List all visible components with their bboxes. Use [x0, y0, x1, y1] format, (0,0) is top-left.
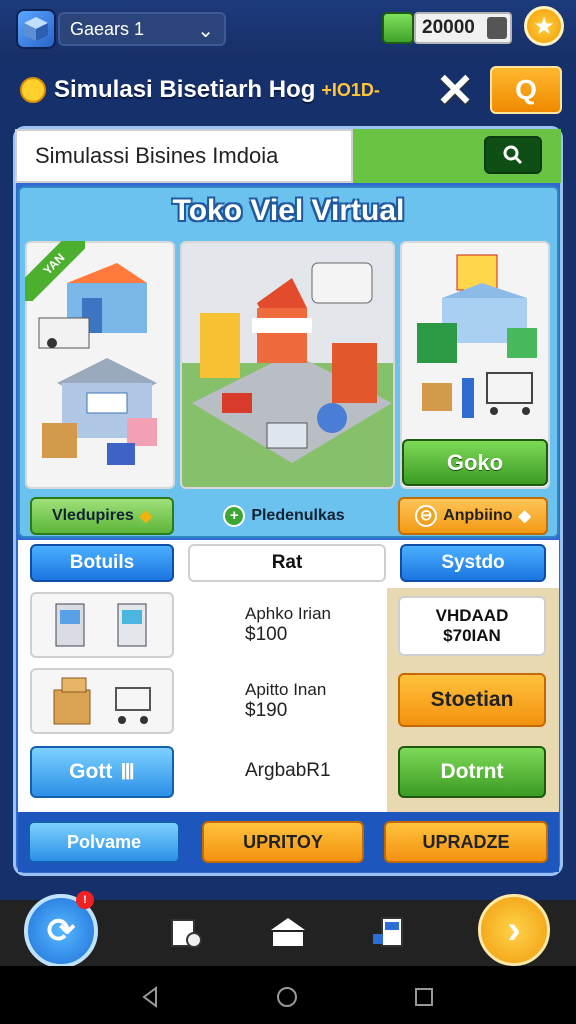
- ribbon-label: YAN: [25, 241, 85, 301]
- recents-icon[interactable]: [414, 987, 434, 1007]
- grid-icon: Ⅲ: [120, 760, 135, 784]
- boxes-cart-icon: [53, 677, 151, 725]
- market-illustration-icon: [417, 254, 537, 418]
- currency-amount: 20000: [422, 17, 475, 38]
- tab-rat[interactable]: Rat: [188, 544, 386, 582]
- coin-icon: ⊖: [415, 505, 438, 527]
- home-nav-icon[interactable]: [268, 912, 308, 952]
- stoetian-button[interactable]: Stoetian: [398, 673, 546, 727]
- close-button[interactable]: ✕: [432, 67, 478, 113]
- price-item-name: Aphko Irian: [245, 604, 331, 623]
- gott-label: Gott: [69, 760, 113, 783]
- item-boxes-cart[interactable]: [30, 668, 174, 734]
- page-title: Simulasi Bisetiarh Hog: [54, 76, 316, 103]
- search-icon: [503, 145, 523, 165]
- price-item-value: $100: [245, 624, 288, 645]
- notification-badge: !: [76, 891, 94, 909]
- chevron-right-icon: ›: [507, 907, 521, 952]
- category-pill-right[interactable]: ⊖ Anpbiino ◆: [398, 497, 548, 535]
- next-button[interactable]: ›: [478, 894, 550, 966]
- value-header-line1: VHDAAD: [435, 606, 509, 625]
- shop-title: Toko Viel Virtual: [172, 194, 405, 227]
- middle-label: ArgbabR1: [245, 760, 331, 781]
- gem-icon: ◆: [518, 508, 531, 525]
- search-value: Simulassi Bisines Imdoia: [35, 143, 279, 168]
- game-logo-icon[interactable]: [16, 9, 56, 49]
- search-input[interactable]: Simulassi Bisines Imdoia: [15, 129, 353, 183]
- action-button[interactable]: Q: [490, 66, 562, 114]
- diamond-icon: ◆: [139, 508, 153, 525]
- vending-machine-icon: [55, 603, 147, 647]
- star-icon: ★: [533, 12, 555, 40]
- vending-nav-icon[interactable]: [368, 912, 408, 952]
- value-header-line2: $70IAN: [443, 626, 501, 645]
- profile-dropdown[interactable]: Gaears 1 ⌄: [58, 12, 226, 46]
- lock-icon: [487, 17, 507, 39]
- new-ribbon: YAN: [25, 241, 85, 301]
- price-item-2: Apitto Inan $190: [245, 680, 326, 722]
- title-row: Simulasi Bisetiarh Hog +IO1D-: [20, 66, 440, 114]
- sync-icon: ⟳: [46, 912, 76, 950]
- dotrnt-button[interactable]: Dotrnt: [398, 746, 546, 798]
- pill-left-label: Vledupires: [51, 507, 134, 524]
- tab-botuils[interactable]: Botuils: [30, 544, 174, 582]
- price-item-value: $190: [245, 700, 288, 721]
- home-circle-icon[interactable]: [276, 986, 298, 1008]
- coin-shop-button[interactable]: ★: [524, 6, 564, 46]
- gott-button[interactable]: Gott Ⅲ: [30, 746, 174, 798]
- pill-middle-label: Pledenulkas: [251, 507, 345, 524]
- pill-right-label: Anpbiino: [443, 507, 513, 524]
- back-icon[interactable]: [140, 986, 160, 1008]
- plus-icon: +: [223, 505, 246, 527]
- title-suffix: +IO1D-: [321, 79, 380, 100]
- city-illustration-icon: [182, 243, 393, 463]
- shop-nav-icon[interactable]: [166, 912, 206, 952]
- cash-icon: [382, 12, 414, 44]
- upgrade-button[interactable]: UPRADZE: [384, 821, 548, 863]
- polvame-button[interactable]: Polvame: [28, 821, 180, 863]
- profile-label: Gaears 1: [70, 18, 145, 39]
- category-pill-middle[interactable]: + Pledenulkas: [210, 497, 358, 535]
- goko-button[interactable]: Goko: [402, 439, 548, 486]
- tab-systdo[interactable]: Systdo: [400, 544, 546, 582]
- value-header-card: VHDAAD $70IAN: [398, 596, 546, 656]
- smiley-icon: [20, 77, 46, 103]
- chevron-down-icon: ⌄: [197, 20, 214, 42]
- price-item-name: Apitto Inan: [245, 680, 327, 699]
- upritoy-button[interactable]: UPRITOY: [202, 821, 364, 863]
- item-vending-machines[interactable]: [30, 592, 174, 658]
- search-button[interactable]: [484, 136, 542, 174]
- category-pill-left[interactable]: Vledupires ◆: [30, 497, 174, 535]
- price-item-1: Aphko Irian $100: [245, 604, 331, 646]
- shop-card-city[interactable]: [180, 241, 395, 489]
